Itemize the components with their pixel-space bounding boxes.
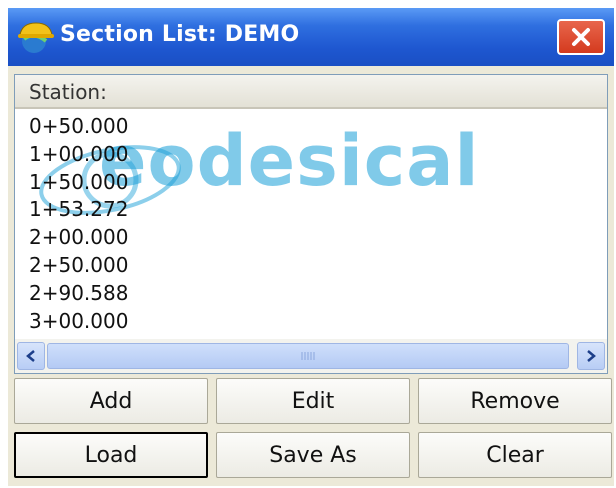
arrow-left-icon <box>26 350 35 362</box>
list-item[interactable]: 2+90.588 <box>29 280 128 308</box>
clear-button[interactable]: Clear <box>418 432 612 478</box>
save-as-button[interactable]: Save As <box>216 432 410 478</box>
load-button[interactable]: Load <box>14 432 208 478</box>
list-item[interactable]: 2+00.000 <box>29 224 128 252</box>
scroll-thumb[interactable] <box>47 343 569 369</box>
list-item[interactable]: 1+00.000 <box>29 141 128 169</box>
list-item[interactable]: 1+53.272 <box>29 196 128 224</box>
title-bar[interactable]: Section List: DEMO <box>8 8 614 66</box>
list-item[interactable]: 0+50.000 <box>29 113 128 141</box>
arrow-right-icon <box>587 350 596 362</box>
window-title: Section List: DEMO <box>60 22 300 47</box>
horizontal-scrollbar[interactable] <box>15 339 607 373</box>
list-item[interactable]: 2+50.000 <box>29 252 128 280</box>
close-icon <box>572 28 590 46</box>
edit-button[interactable]: Edit <box>216 378 410 424</box>
hardhat-globe-icon <box>18 22 54 53</box>
add-button[interactable]: Add <box>14 378 208 424</box>
scroll-left-button[interactable] <box>17 342 45 370</box>
list-item[interactable]: 1+50.000 <box>29 169 128 197</box>
watermark-text: eodesical <box>99 120 480 202</box>
remove-button[interactable]: Remove <box>418 378 612 424</box>
section-list-window: Section List: DEMO Station: eodesical 0+… <box>8 8 614 486</box>
column-header-station[interactable]: Station: <box>15 75 607 109</box>
station-rows: 0+50.000 1+00.000 1+50.000 1+53.272 2+00… <box>29 113 128 335</box>
grip-icon <box>301 352 315 360</box>
close-button[interactable] <box>557 19 605 55</box>
column-header-label: Station: <box>29 80 107 104</box>
station-list[interactable]: Station: eodesical 0+50.000 1+00.000 1+5… <box>14 74 608 374</box>
list-item[interactable]: 3+00.000 <box>29 308 128 336</box>
scroll-right-button[interactable] <box>577 342 605 370</box>
